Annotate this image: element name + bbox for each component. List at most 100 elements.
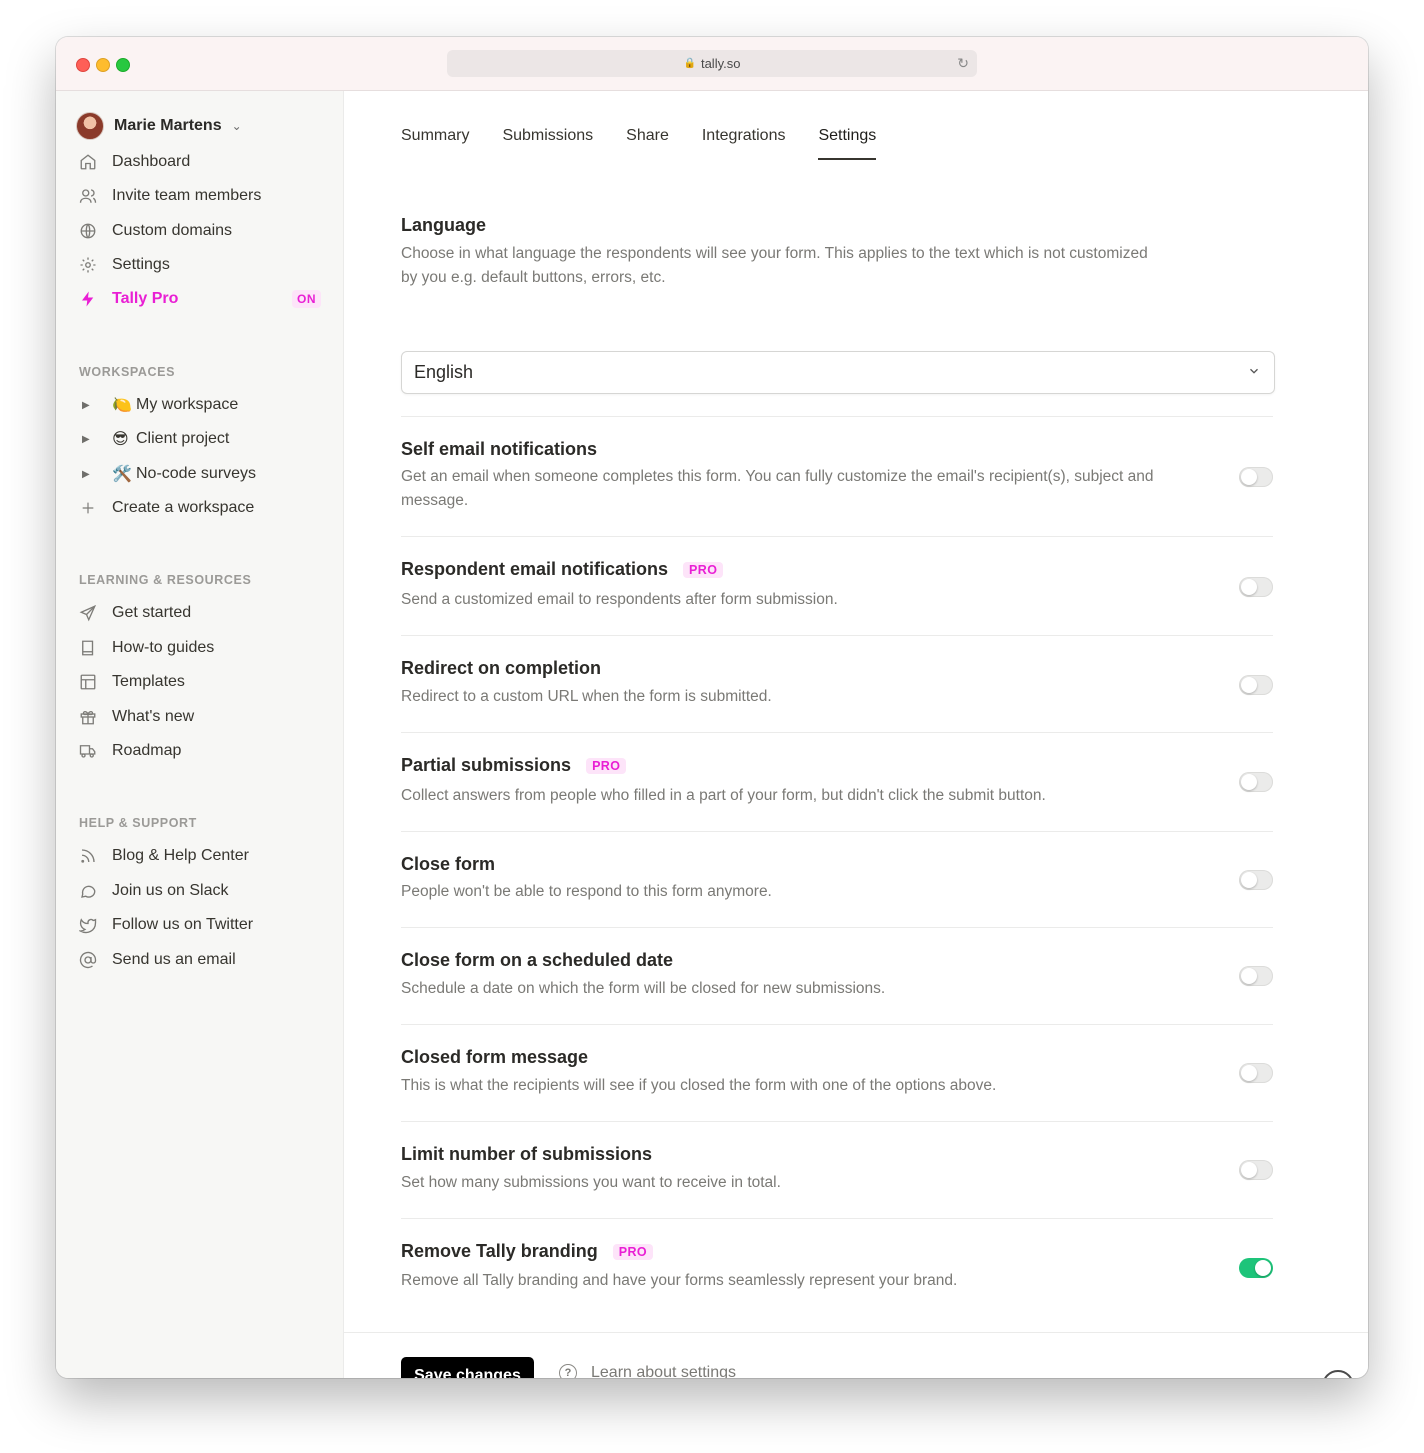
caret-right-icon[interactable]: ▶ bbox=[82, 400, 94, 411]
help-button[interactable]: ? bbox=[1322, 1370, 1354, 1378]
status-badge: ON bbox=[292, 290, 321, 308]
toggle-knob bbox=[1241, 1065, 1257, 1081]
sidebar-item-tally-pro[interactable]: Tally Pro ON bbox=[78, 285, 323, 313]
user-name: Marie Martens bbox=[114, 117, 222, 134]
self-email-toggle[interactable] bbox=[1239, 467, 1273, 487]
sidebar-item-settings[interactable]: Settings bbox=[78, 251, 323, 279]
browser-window: 🔒 tally.so ↻ Marie Martens ⌄ Dashboard I… bbox=[56, 37, 1368, 1378]
language-select[interactable]: English bbox=[401, 351, 1275, 394]
respondent-email-toggle[interactable] bbox=[1239, 577, 1273, 597]
setting-description: Set how many submissions you want to rec… bbox=[401, 1174, 781, 1191]
sidebar-item-twitter[interactable]: Follow us on Twitter bbox=[78, 911, 323, 939]
layout-icon bbox=[78, 672, 98, 692]
setting-row-self-email: Self email notifications Get an email wh… bbox=[401, 416, 1273, 537]
reload-icon[interactable]: ↻ bbox=[957, 55, 969, 72]
setting-row-respondent-email: Respondent email notifications PRO Send … bbox=[401, 536, 1273, 636]
plus-icon bbox=[78, 498, 98, 518]
workspace-item[interactable]: ▶ 🍋 My workspace bbox=[82, 391, 238, 419]
caret-right-icon[interactable]: ▶ bbox=[82, 434, 94, 445]
workspace-item[interactable]: ▶ 🛠️ No-code surveys bbox=[82, 460, 256, 488]
workspaces-heading: WORKSPACES bbox=[79, 365, 176, 379]
tab-share[interactable]: Share bbox=[626, 114, 669, 158]
tab-submissions[interactable]: Submissions bbox=[502, 114, 593, 158]
close-scheduled-toggle[interactable] bbox=[1239, 966, 1273, 986]
limit-submissions-toggle[interactable] bbox=[1239, 1160, 1273, 1180]
lock-icon: 🔒 bbox=[683, 58, 696, 69]
close-window-button[interactable] bbox=[76, 58, 90, 72]
footer-bar: Save changes ? Learn about settings ? bbox=[344, 1332, 1368, 1378]
toggle-knob bbox=[1241, 579, 1257, 595]
sidebar-item-invite[interactable]: Invite team members bbox=[78, 182, 323, 210]
setting-title: Limit number of submissions bbox=[401, 1144, 653, 1164]
setting-description: Redirect to a custom URL when the form i… bbox=[401, 688, 772, 705]
setting-title: Partial submissions PRO bbox=[401, 755, 627, 776]
url-text: tally.so bbox=[700, 56, 741, 71]
setting-row-limit-submissions: Limit number of submissions Set how many… bbox=[401, 1121, 1273, 1219]
tab-bar: Summary Submissions Share Integrations S… bbox=[401, 114, 909, 160]
setting-title: Remove Tally branding PRO bbox=[401, 1241, 654, 1262]
sidebar-item-slack[interactable]: Join us on Slack bbox=[78, 877, 323, 905]
toggle-knob bbox=[1241, 1162, 1257, 1178]
language-selected-value: English bbox=[414, 362, 474, 382]
sidebar-item-get-started[interactable]: Get started bbox=[78, 599, 323, 627]
send-icon bbox=[78, 603, 98, 623]
zoom-window-button[interactable] bbox=[116, 58, 130, 72]
workspace-label: Client project bbox=[136, 430, 230, 447]
truck-icon bbox=[78, 741, 98, 761]
save-button[interactable]: Save changes bbox=[401, 1357, 534, 1378]
setting-title: Self email notifications bbox=[401, 439, 598, 459]
user-menu[interactable]: Marie Martens ⌄ bbox=[76, 112, 242, 140]
sidebar-item-label: Send us an email bbox=[112, 951, 236, 968]
closed-message-toggle[interactable] bbox=[1239, 1063, 1273, 1083]
twitter-icon bbox=[78, 915, 98, 935]
learn-label: Learn about settings bbox=[591, 1364, 736, 1378]
create-workspace-button[interactable]: Create a workspace bbox=[78, 494, 323, 522]
chevron-down-icon: ⌄ bbox=[231, 119, 242, 133]
caret-right-icon[interactable]: ▶ bbox=[82, 469, 94, 480]
lightning-icon bbox=[78, 289, 98, 309]
toggle-knob bbox=[1241, 469, 1257, 485]
sidebar-item-whats-new[interactable]: What's new bbox=[78, 703, 323, 731]
learn-about-settings-link[interactable]: ? Learn about settings bbox=[559, 1364, 736, 1378]
sidebar-item-custom-domains[interactable]: Custom domains bbox=[78, 217, 323, 245]
language-title: Language bbox=[401, 215, 487, 235]
remove-branding-toggle[interactable] bbox=[1239, 1258, 1273, 1278]
setting-row-remove-branding: Remove Tally branding PRO Remove all Tal… bbox=[401, 1218, 1273, 1319]
setting-description: Collect answers from people who filled i… bbox=[401, 787, 1046, 804]
sidebar-item-dashboard[interactable]: Dashboard bbox=[78, 148, 323, 176]
workspace-item[interactable]: ▶ 😎 Client project bbox=[82, 425, 229, 453]
tab-settings[interactable]: Settings bbox=[818, 114, 877, 160]
address-bar[interactable]: 🔒 tally.so ↻ bbox=[447, 50, 977, 77]
sidebar: Marie Martens ⌄ Dashboard Invite team me… bbox=[56, 91, 344, 1378]
rss-icon bbox=[78, 846, 98, 866]
sidebar-item-label: Settings bbox=[112, 256, 170, 273]
home-icon bbox=[78, 152, 98, 172]
sidebar-item-label: Custom domains bbox=[112, 222, 233, 239]
pro-badge: PRO bbox=[586, 757, 627, 774]
tab-integrations[interactable]: Integrations bbox=[702, 114, 786, 158]
sidebar-item-roadmap[interactable]: Roadmap bbox=[78, 737, 323, 765]
sidebar-item-how-to-guides[interactable]: How-to guides bbox=[78, 634, 323, 662]
workspace-emoji: 🛠️ bbox=[112, 466, 132, 483]
sidebar-item-templates[interactable]: Templates bbox=[78, 668, 323, 696]
users-icon bbox=[78, 186, 98, 206]
setting-description: Schedule a date on which the form will b… bbox=[401, 980, 886, 997]
minimize-window-button[interactable] bbox=[96, 58, 110, 72]
redirect-toggle[interactable] bbox=[1239, 675, 1273, 695]
toggle-knob bbox=[1241, 968, 1257, 984]
tab-summary[interactable]: Summary bbox=[401, 114, 469, 158]
sidebar-item-label: Templates bbox=[112, 673, 185, 690]
chevron-down-icon bbox=[1244, 360, 1264, 382]
close-form-toggle[interactable] bbox=[1239, 870, 1273, 890]
sidebar-item-blog[interactable]: Blog & Help Center bbox=[78, 842, 323, 870]
sidebar-item-label: What's new bbox=[112, 708, 195, 725]
pro-badge: PRO bbox=[683, 561, 724, 578]
gift-icon bbox=[78, 707, 98, 727]
sidebar-item-email[interactable]: Send us an email bbox=[78, 946, 323, 974]
setting-title: Close form on a scheduled date bbox=[401, 950, 674, 970]
sidebar-item-label: Create a workspace bbox=[112, 499, 255, 516]
partial-submissions-toggle[interactable] bbox=[1239, 772, 1273, 792]
setting-row-partial-submissions: Partial submissions PRO Collect answers … bbox=[401, 732, 1273, 832]
toggle-knob bbox=[1241, 774, 1257, 790]
language-description: Choose in what language the respondents … bbox=[401, 245, 1148, 286]
